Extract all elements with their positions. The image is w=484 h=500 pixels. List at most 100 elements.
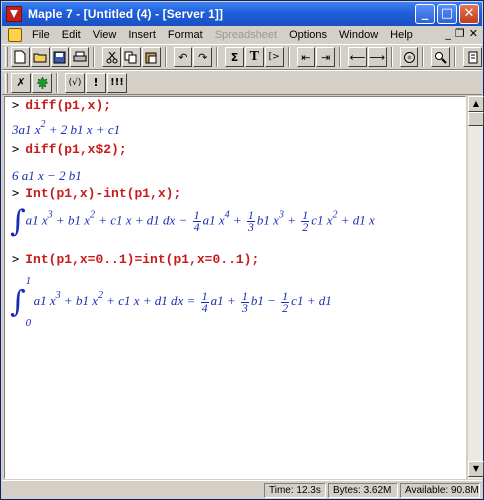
menu-insert[interactable]: Insert — [122, 29, 162, 41]
input-line-4[interactable]: > Int(p1,x=0..1)=int(p1,x=0..1); — [12, 252, 259, 267]
outdent-button[interactable]: ⇤ — [296, 47, 316, 67]
close-button[interactable]: ✕ — [459, 4, 479, 24]
arrow-left-icon: ⟵ — [349, 50, 366, 64]
undo-button[interactable]: ↶ — [173, 47, 193, 67]
status-available: Available: 90.8M — [400, 483, 480, 498]
term: a1 + — [210, 292, 236, 308]
prompt: > — [12, 252, 20, 266]
term: + c1 x + d1 dx − — [94, 212, 188, 228]
toolbar-separator — [56, 72, 58, 93]
fraction: 12 — [281, 290, 290, 315]
menu-file[interactable]: File — [26, 29, 56, 41]
menu-view[interactable]: View — [87, 29, 123, 41]
scroll-thumb[interactable] — [468, 112, 484, 126]
denominator: 3 — [241, 300, 248, 315]
command-input[interactable]: diff(p1,x$2); — [25, 142, 126, 157]
open-button[interactable] — [30, 47, 50, 67]
exec-group-icon: [> — [268, 52, 280, 62]
input-line-1[interactable]: > diff(p1,x); — [12, 98, 111, 113]
insert-group-button[interactable]: [> — [264, 47, 284, 67]
integral-limits: 10 — [26, 275, 34, 329]
copy-button[interactable] — [121, 47, 141, 67]
output-line-3: ∫a1 x3 + b1 x2 + c1 x + d1 dx − 1 4 a1 x4 … — [10, 204, 375, 239]
output-line-1: 3a1 x2 + 2 b1 x + c1 — [12, 119, 120, 138]
forward-button[interactable]: ⟶ — [367, 47, 387, 67]
doc-restore-button[interactable]: ❐ — [455, 27, 465, 40]
check-syntax-button[interactable]: (√) — [65, 72, 85, 93]
input-line-3[interactable]: > Int(p1,x)-int(p1,x); — [12, 186, 181, 201]
upper-limit: 1 — [25, 275, 32, 287]
command-input[interactable]: Int(p1,x=0..1)=int(p1,x=0..1); — [25, 252, 259, 267]
term: a1 x — [18, 122, 41, 137]
menu-edit[interactable]: Edit — [56, 29, 87, 41]
window-title: Maple 7 - [Untitled (4) - [Server 1]] — [28, 7, 224, 21]
vertical-scrollbar[interactable]: ▲ ▼ — [467, 96, 484, 479]
prompt: > — [12, 142, 20, 156]
execute-button[interactable]: ! — [86, 72, 106, 93]
term: + — [229, 212, 242, 228]
document-menu-icon[interactable] — [8, 28, 22, 42]
integral-sign: ∫ — [10, 284, 26, 320]
restart-button[interactable] — [463, 47, 483, 67]
toolbar-separator — [454, 47, 457, 67]
zoom-button[interactable] — [431, 47, 451, 67]
stop-button[interactable] — [399, 47, 419, 67]
title-bar[interactable]: Maple 7 - [Untitled (4) - [Server 1]] _ … — [2, 2, 482, 26]
minimize-button[interactable]: _ — [415, 4, 435, 24]
menu-spreadsheet[interactable]: Spreadsheet — [209, 29, 283, 41]
indent-button[interactable]: ⇥ — [316, 47, 336, 67]
back-button[interactable]: ⟵ — [348, 47, 367, 67]
menu-window[interactable]: Window — [333, 29, 384, 41]
main-toolbar: ↶ ↷ Σ T [> ⇤ ⇥ ⟵ ⟶ — [2, 44, 483, 70]
indent-icon: ⇥ — [321, 50, 331, 64]
math-input-button[interactable]: Σ — [225, 47, 244, 67]
fraction: 14 — [200, 290, 209, 314]
menu-bar: File Edit View Insert Format Spreadsheet… — [2, 26, 482, 44]
new-file-icon — [14, 50, 26, 64]
worksheet[interactable]: > diff(p1,x); 3a1 x2 + 2 b1 x + c1 > diff(… — [4, 96, 466, 479]
term: b1 x — [256, 212, 279, 228]
bang-icon: ! — [93, 76, 99, 89]
term: a1 x — [33, 292, 56, 308]
print-button[interactable] — [70, 47, 90, 67]
lower-limit: 0 — [25, 317, 32, 329]
maple-app-icon[interactable] — [6, 6, 22, 22]
scroll-down-button[interactable]: ▼ — [468, 461, 484, 477]
output-line-2: 6 a1 x − 2 b1 — [12, 168, 82, 183]
paste-button[interactable] — [141, 47, 161, 67]
toolbar-grip[interactable] — [5, 47, 8, 67]
doc-minimize-button[interactable]: _ — [445, 27, 451, 40]
integral-sign: ∫ — [10, 204, 26, 239]
redo-button[interactable]: ↷ — [193, 47, 213, 67]
restart-icon — [468, 51, 478, 63]
toggle-input-button[interactable]: ✗ — [11, 72, 31, 93]
term: + — [283, 212, 296, 228]
execute-all-button[interactable]: !!! — [107, 72, 127, 93]
window-controls: _ □ ✕ — [415, 4, 479, 24]
term: + c1 x + d1 dx = — [102, 292, 196, 308]
floppy-icon — [53, 51, 66, 63]
toolbar-grip[interactable] — [5, 72, 8, 93]
denominator: 2 — [282, 300, 289, 315]
status-bytes: Bytes: 3.62M — [328, 483, 398, 498]
scroll-up-button[interactable]: ▲ — [468, 96, 484, 112]
input-line-2[interactable]: > diff(p1,x$2); — [12, 142, 127, 157]
paren-check-icon: (√) — [68, 77, 82, 88]
text-input-button[interactable]: T — [244, 47, 264, 67]
new-document-button[interactable] — [10, 47, 30, 67]
maximize-button[interactable]: □ — [437, 4, 457, 24]
toolbar-separator — [287, 47, 290, 67]
command-input[interactable]: diff(p1,x); — [25, 98, 111, 113]
cut-button[interactable] — [102, 47, 121, 67]
menu-format[interactable]: Format — [162, 29, 209, 41]
doc-close-button[interactable]: ✕ — [469, 27, 478, 40]
toolbar-separator — [93, 47, 96, 67]
command-input[interactable]: Int(p1,x)-int(p1,x); — [25, 186, 181, 201]
menu-options[interactable]: Options — [283, 29, 333, 41]
maple-leaf-button[interactable] — [32, 72, 52, 93]
term: + d1 x — [337, 212, 375, 228]
folder-icon — [33, 53, 47, 63]
maple-window: Maple 7 - [Untitled (4) - [Server 1]] _ … — [0, 0, 484, 500]
save-button[interactable] — [50, 47, 70, 67]
menu-help[interactable]: Help — [384, 29, 419, 41]
